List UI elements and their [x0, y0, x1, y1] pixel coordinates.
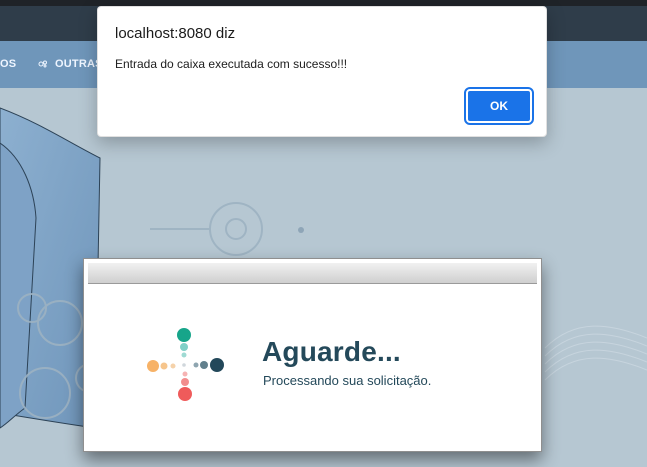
loading-subtitle: Processando sua solicitação. — [263, 373, 432, 388]
browser-page: OS OUTRAS C localhost:8080 diz Entrada d… — [0, 0, 647, 467]
ok-button[interactable]: OK — [464, 87, 534, 125]
loading-title: Aguarde... — [262, 336, 401, 367]
alert-message: Entrada do caixa executada com sucesso!!… — [115, 57, 348, 71]
ok-button-label: OK — [490, 99, 508, 113]
nav-item-label: OS — [0, 58, 17, 70]
loading-dots-icon — [147, 328, 224, 401]
nav-item-os[interactable]: OS — [0, 58, 16, 70]
modal-header-bar — [88, 263, 537, 284]
loading-modal: Aguarde... Processando sua solicitação. — [83, 258, 542, 452]
browser-alert-dialog: localhost:8080 diz Entrada do caixa exec… — [97, 6, 547, 137]
alert-origin-title: localhost:8080 diz — [115, 25, 236, 42]
gears-icon — [37, 58, 49, 70]
